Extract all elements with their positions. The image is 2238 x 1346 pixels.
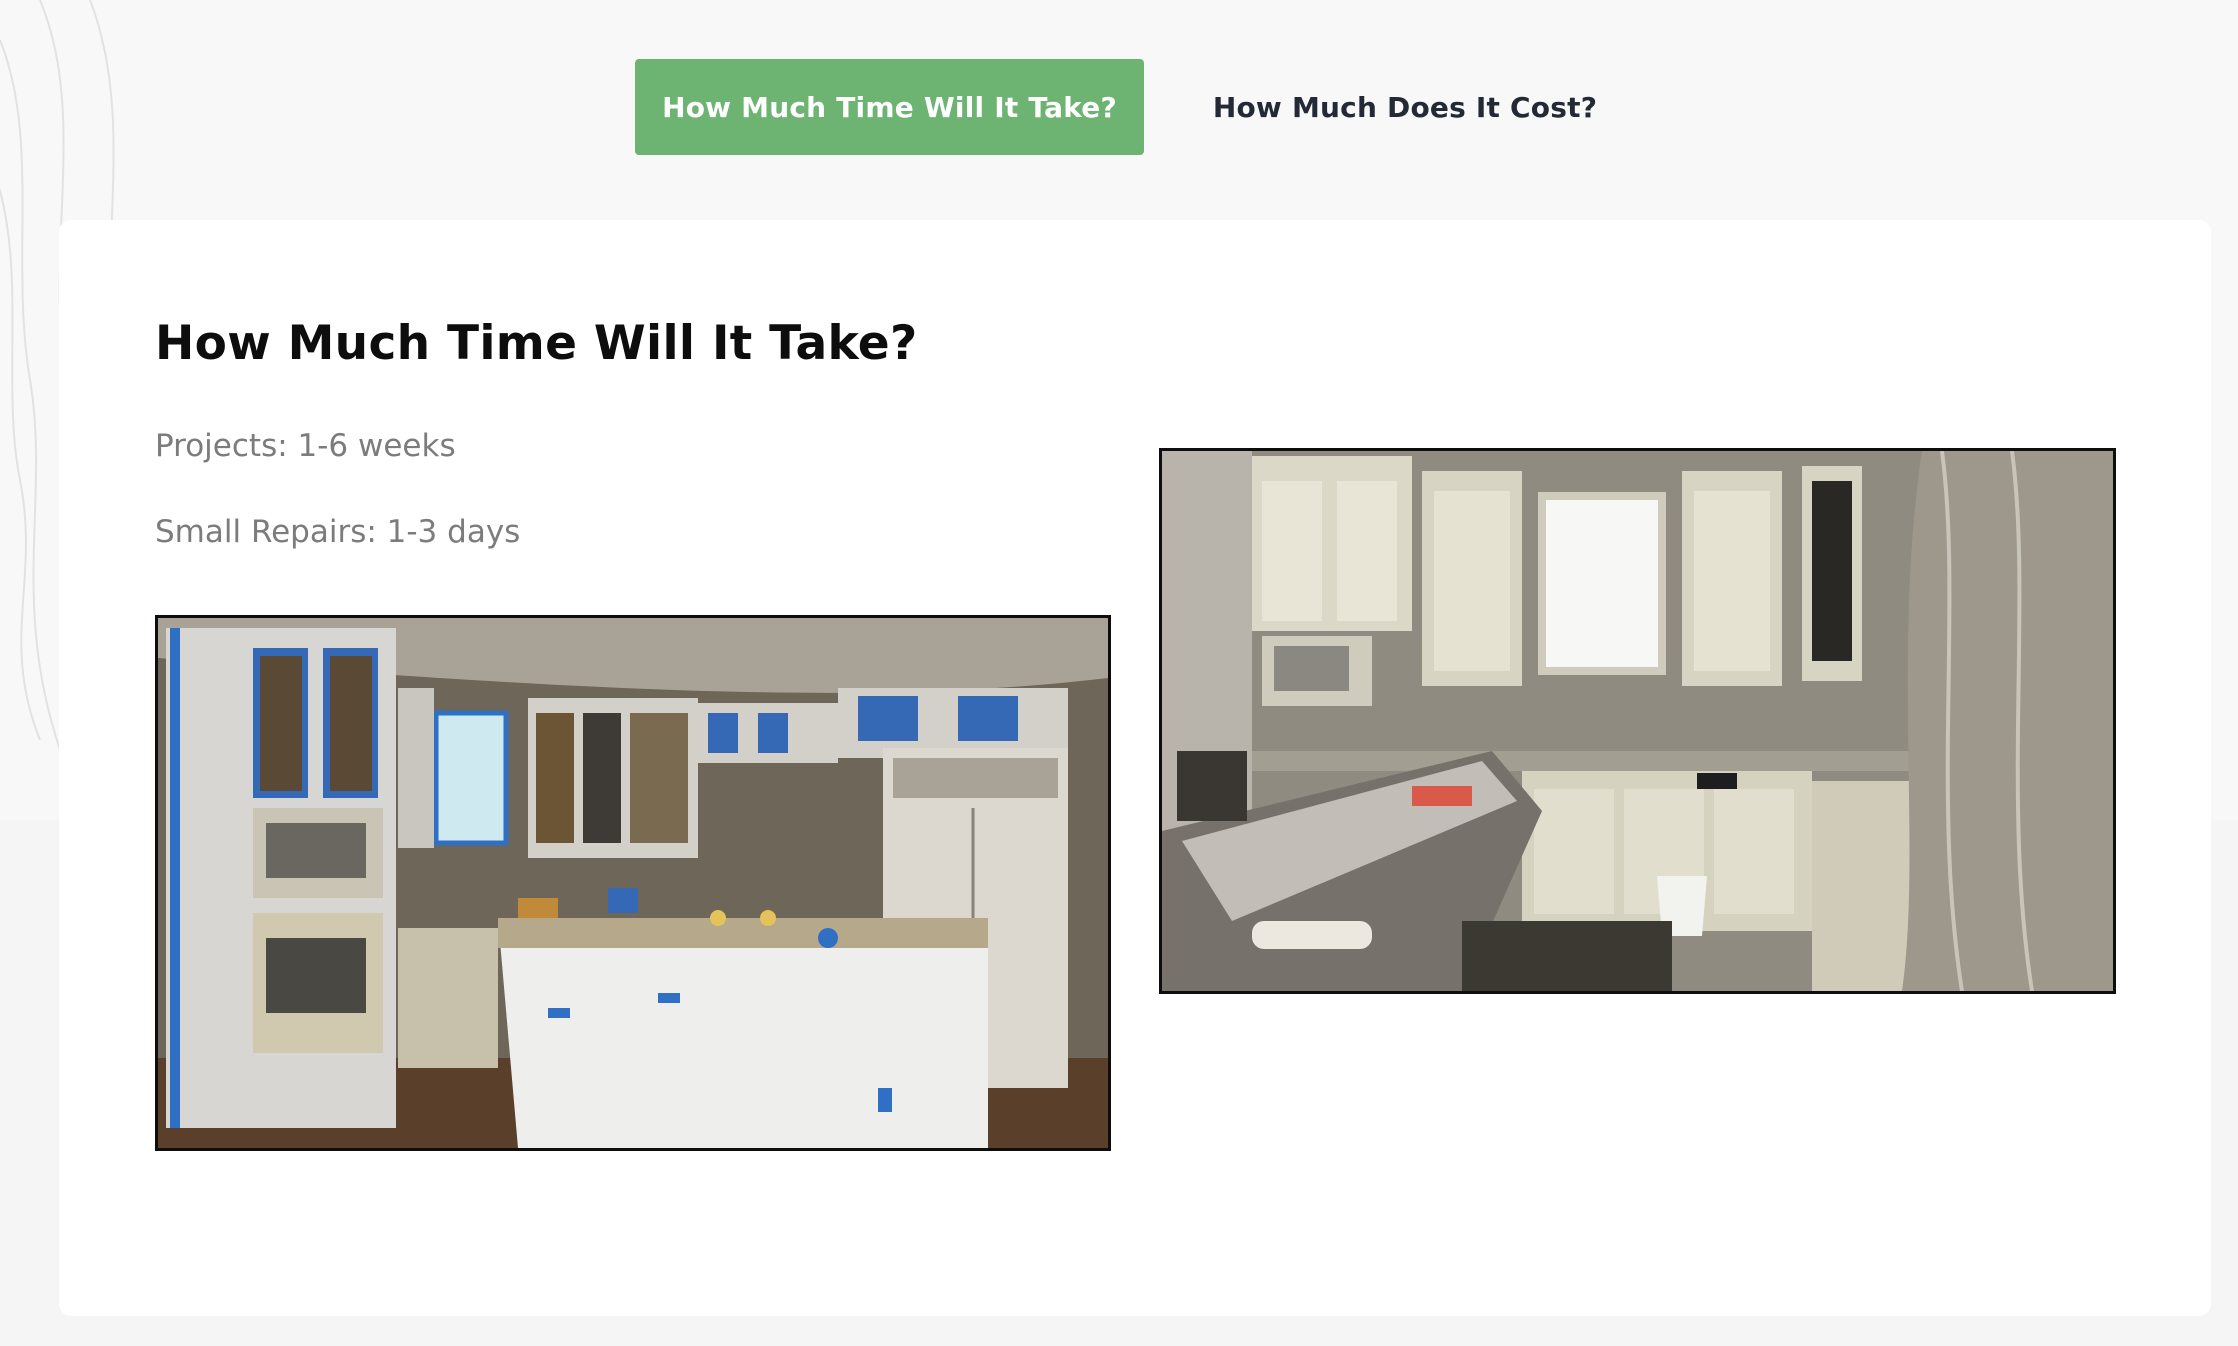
panel-title: How Much Time Will It Take? bbox=[155, 316, 918, 371]
kitchen-photo-left bbox=[155, 615, 1111, 1151]
tab-bar: How Much Time Will It Take? How Much Doe… bbox=[0, 0, 2238, 200]
tab-content-panel: How Much Time Will It Take? Projects: 1-… bbox=[59, 220, 2211, 1316]
kitchen-photo-right bbox=[1159, 448, 2116, 994]
page: How Much Time Will It Take? How Much Doe… bbox=[0, 0, 2238, 1346]
projects-duration-text: Projects: 1-6 weeks bbox=[155, 428, 456, 464]
small-repairs-duration-text: Small Repairs: 1-3 days bbox=[155, 514, 521, 550]
tab-time[interactable]: How Much Time Will It Take? bbox=[635, 59, 1144, 155]
tab-cost[interactable]: How Much Does It Cost? bbox=[1180, 59, 1630, 155]
